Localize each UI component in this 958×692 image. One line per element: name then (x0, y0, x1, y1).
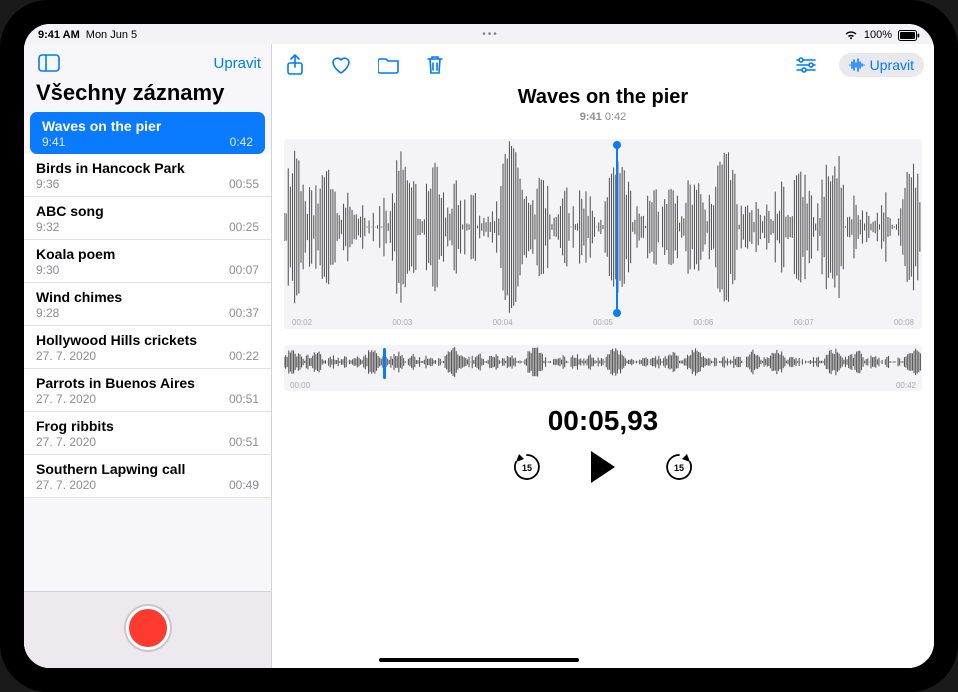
recording-row-title: Wind chimes (36, 289, 259, 305)
favorite-button[interactable] (326, 51, 356, 79)
recordings-list[interactable]: Waves on the pier 9:41 0:42 Birds in Hanco… (24, 112, 271, 591)
status-time: 9:41 AM (38, 29, 80, 41)
playhead[interactable] (616, 145, 618, 313)
battery-pct: 100% (864, 29, 892, 41)
waveform-icon (849, 58, 865, 72)
sidebar-title: Všechny záznamy (24, 78, 271, 112)
wifi-icon (844, 30, 858, 40)
recording-title[interactable]: Waves on the pier (272, 86, 934, 109)
status-date: Mon Jun 5 (86, 29, 137, 41)
recording-row-title: Frog ribbits (36, 418, 259, 434)
playback-options-button[interactable] (791, 52, 821, 78)
recording-row[interactable]: Southern Lapwing call 27. 7. 2020 00:49 (24, 455, 271, 498)
play-button[interactable] (587, 449, 619, 485)
record-bar (24, 591, 271, 668)
recording-row-title: Birds in Hancock Park (36, 160, 259, 176)
skip-back-15-button[interactable]: 15 (511, 451, 543, 483)
recording-row-time: 27. 7. 2020 (36, 478, 96, 492)
recording-row-duration: 00:37 (229, 306, 259, 320)
recording-row[interactable]: Frog ribbits 27. 7. 2020 00:51 (24, 412, 271, 455)
recording-row-time: 9:36 (36, 177, 59, 191)
time-ruler-main: 00:0200:0300:0400:0500:0600:0700:08 (284, 318, 922, 327)
detail-pane: Upravit Waves on the pier 9:41 0:42 00:0… (272, 44, 934, 668)
edit-recording-label: Upravit (870, 57, 914, 73)
recording-row[interactable]: Parrots in Buenos Aires 27. 7. 2020 00:51 (24, 369, 271, 412)
time-ruler-mini: 00:00 00:42 (290, 381, 916, 390)
recording-row-time: 9:32 (36, 220, 59, 234)
recording-meta: 9:41 0:42 (272, 111, 934, 123)
status-bar: 9:41 AM Mon Jun 5 ••• 100% (24, 24, 934, 44)
home-indicator[interactable] (379, 658, 579, 662)
waveform-overview[interactable]: 00:00 00:42 (284, 345, 922, 391)
multitask-indicator[interactable]: ••• (482, 32, 499, 38)
recording-row-time: 27. 7. 2020 (36, 392, 96, 406)
recording-row-time: 27. 7. 2020 (36, 349, 96, 363)
recording-row-duration: 0:42 (230, 135, 253, 149)
recording-row[interactable]: Wind chimes 9:28 00:37 (24, 283, 271, 326)
recording-row-time: 9:28 (36, 306, 59, 320)
recording-row-title: ABC song (36, 203, 259, 219)
recording-row-duration: 00:51 (229, 392, 259, 406)
recording-row[interactable]: Koala poem 9:30 00:07 (24, 240, 271, 283)
share-button[interactable] (282, 50, 308, 80)
recording-row-duration: 00:25 (229, 220, 259, 234)
recording-row-duration: 00:07 (229, 263, 259, 277)
edit-recording-button[interactable]: Upravit (839, 53, 924, 77)
detail-toolbar: Upravit (272, 44, 934, 82)
recording-row-duration: 00:51 (229, 435, 259, 449)
time-display: 00:05,93 (284, 405, 922, 437)
recording-row-time: 9:30 (36, 263, 59, 277)
sidebar: Upravit Všechny záznamy Waves on the pie… (24, 44, 272, 668)
svg-text:15: 15 (522, 463, 532, 473)
recording-row-title: Southern Lapwing call (36, 461, 259, 477)
playback-controls: 15 15 (284, 449, 922, 505)
skip-forward-15-button[interactable]: 15 (663, 451, 695, 483)
waveform-main[interactable]: 00:0200:0300:0400:0500:0600:0700:08 (284, 139, 922, 329)
recording-row[interactable]: Hollywood Hills crickets 27. 7. 2020 00:2… (24, 326, 271, 369)
toggle-sidebar-button[interactable] (34, 50, 64, 76)
recording-row-duration: 00:22 (229, 349, 259, 363)
record-button[interactable] (126, 606, 170, 650)
recording-row[interactable]: Birds in Hancock Park 9:36 00:55 (24, 154, 271, 197)
recording-row-title: Parrots in Buenos Aires (36, 375, 259, 391)
recording-row-time: 9:41 (42, 135, 65, 149)
overview-playhead[interactable] (383, 348, 386, 379)
recording-row-title: Koala poem (36, 246, 259, 262)
recording-row-time: 27. 7. 2020 (36, 435, 96, 449)
recording-row-title: Waves on the pier (42, 118, 253, 134)
battery-icon (898, 30, 920, 41)
sidebar-edit-button[interactable]: Upravit (213, 55, 261, 72)
recording-row-title: Hollywood Hills crickets (36, 332, 259, 348)
recording-row[interactable]: Waves on the pier 9:41 0:42 (30, 112, 265, 154)
recording-row-duration: 00:55 (229, 177, 259, 191)
recording-row-duration: 00:49 (229, 478, 259, 492)
folder-button[interactable] (374, 52, 404, 78)
delete-button[interactable] (422, 50, 448, 80)
recording-row[interactable]: ABC song 9:32 00:25 (24, 197, 271, 240)
svg-text:15: 15 (674, 463, 684, 473)
